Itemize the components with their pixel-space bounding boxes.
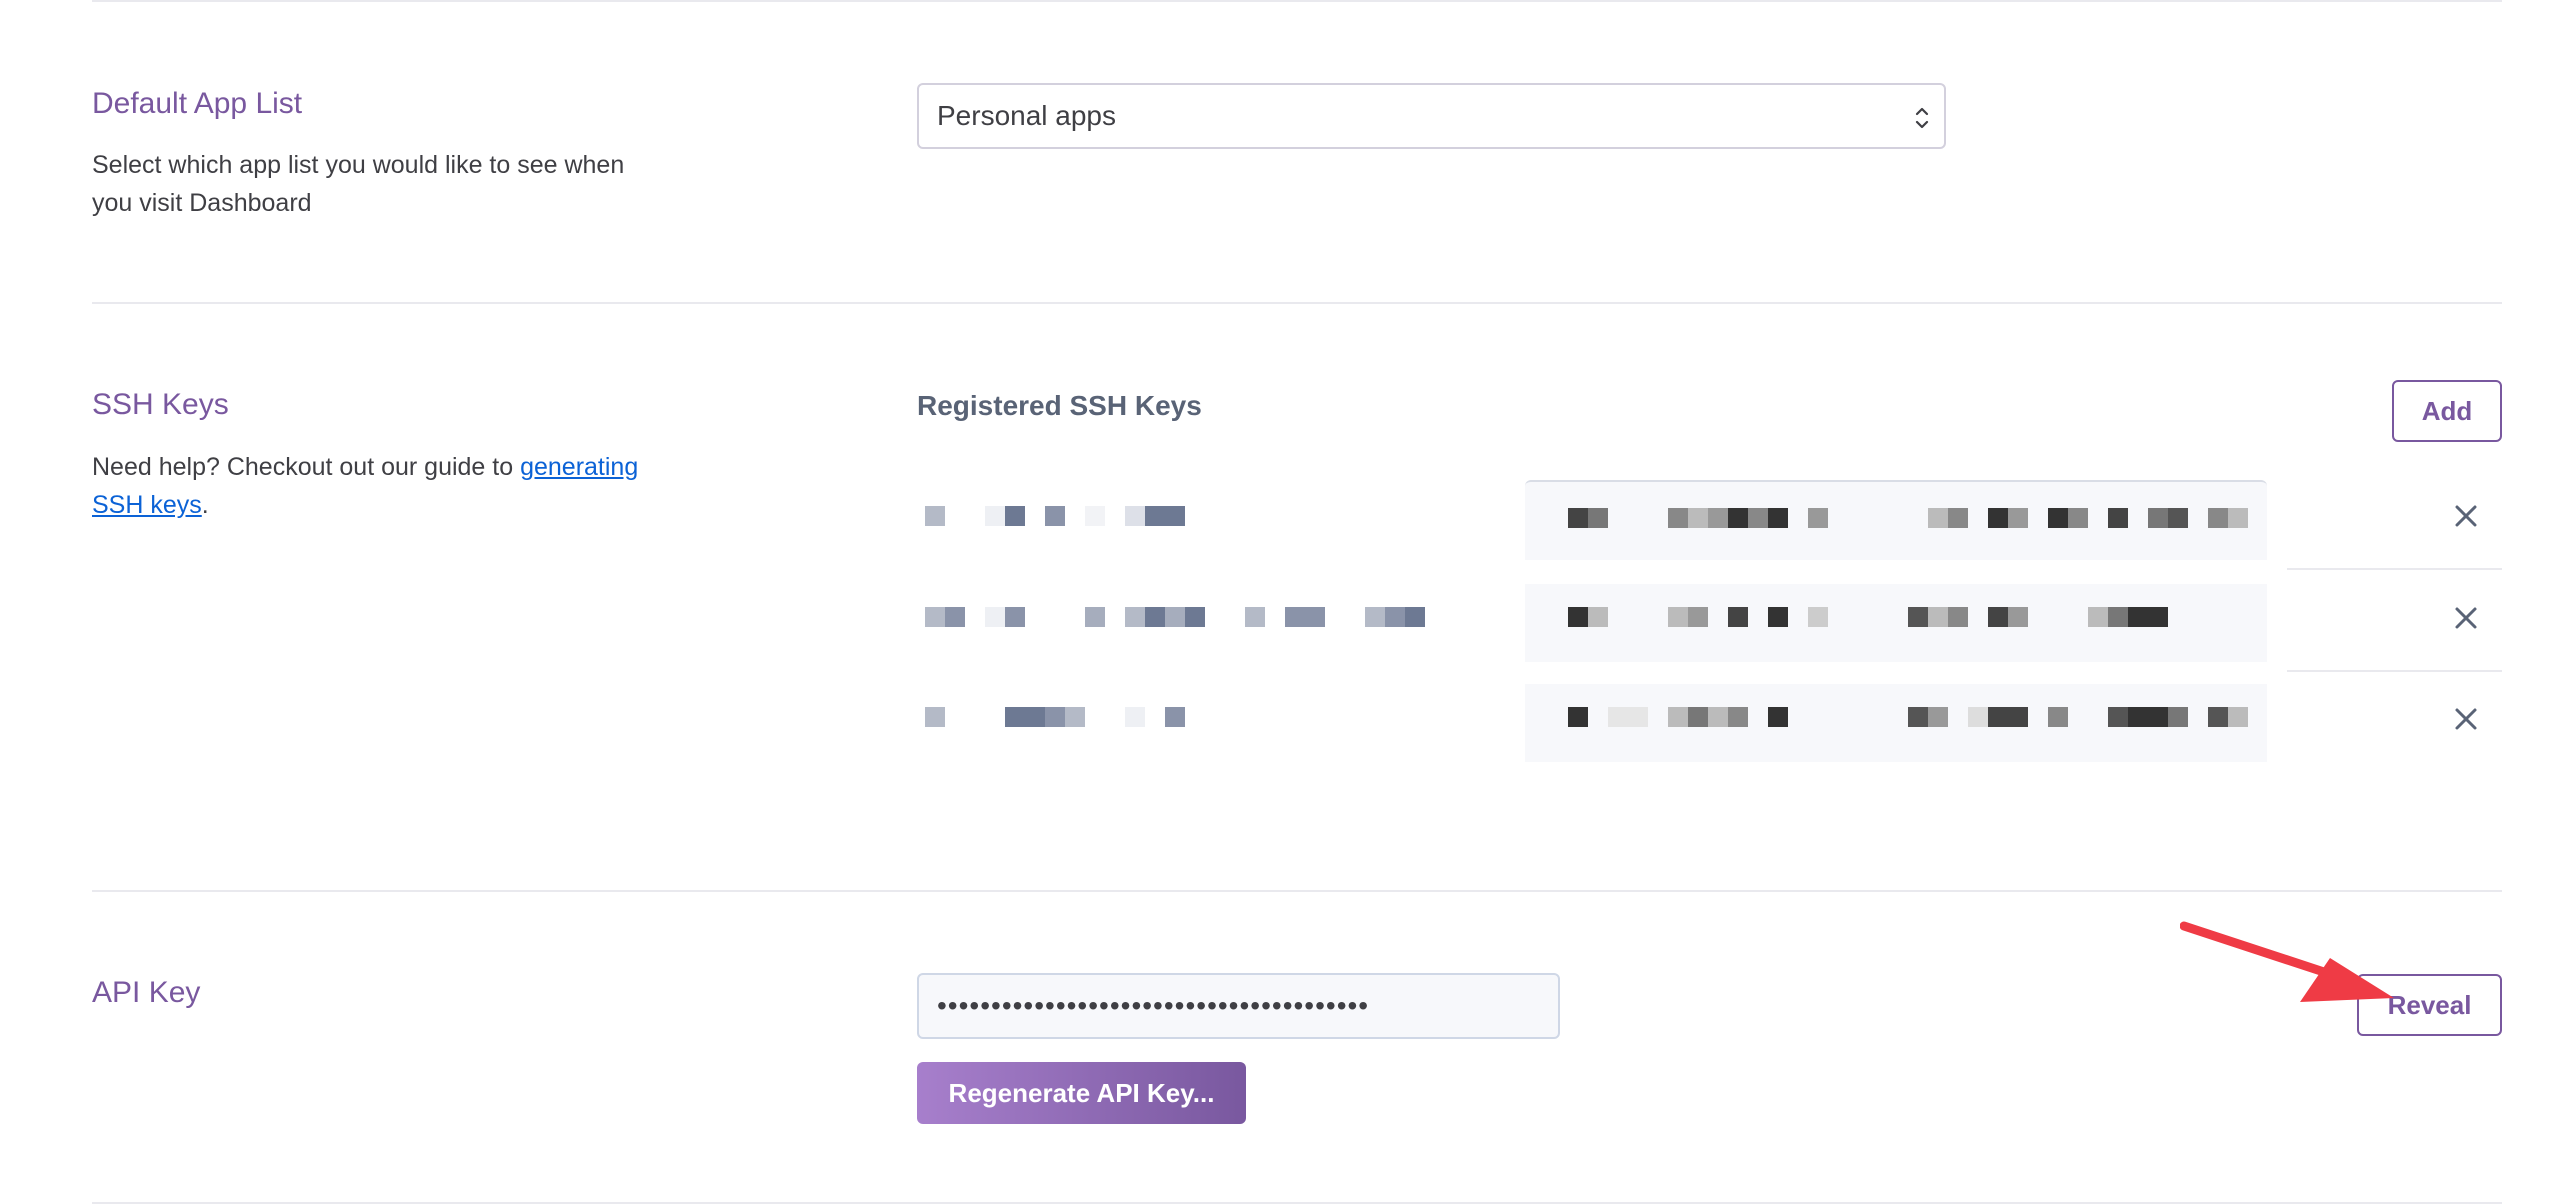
- api-key-title: API Key: [92, 976, 201, 1009]
- ssh-key-fingerprint: [1525, 684, 2267, 762]
- divider-1: [92, 302, 2502, 304]
- delete-ssh-key-icon[interactable]: [2450, 602, 2482, 634]
- app-list-select-value: Personal apps: [937, 100, 1117, 131]
- ssh-keys-title: SSH Keys: [92, 388, 229, 421]
- annotation-arrow-icon: [2180, 921, 2394, 1002]
- api-key-field[interactable]: ••••••••••••••••••••••••••••••••••••••••: [917, 973, 1560, 1039]
- app-list-select[interactable]: Personal apps: [917, 83, 1946, 149]
- ssh-key-fingerprint: [1525, 584, 2267, 662]
- ssh-keys-help-suffix: .: [201, 491, 209, 519]
- add-ssh-key-button[interactable]: Add: [2392, 380, 2502, 442]
- divider-2: [92, 890, 2502, 892]
- ssh-key-row-divider: [2287, 670, 2502, 672]
- ssh-key-fingerprint: [1525, 480, 2267, 560]
- ssh-keys-description: Need help? Checkout out our guide to gen…: [92, 448, 652, 524]
- api-key-masked-value: ••••••••••••••••••••••••••••••••••••••••: [937, 990, 1370, 1021]
- registered-ssh-keys-title: Registered SSH Keys: [917, 390, 1202, 421]
- delete-ssh-key-icon[interactable]: [2450, 703, 2482, 735]
- default-app-list-description: Select which app list you would like to …: [92, 151, 625, 217]
- delete-ssh-key-icon[interactable]: [2450, 500, 2482, 532]
- divider-top: [92, 0, 2502, 2]
- default-app-list-title: Default App List: [92, 87, 303, 120]
- chevron-up-down-icon: [1915, 107, 1929, 129]
- regenerate-api-key-button[interactable]: Regenerate API Key...: [917, 1062, 1246, 1124]
- ssh-key-row-divider: [2287, 568, 2502, 570]
- ssh-keys-help-text: Need help? Checkout out our guide to: [92, 453, 521, 481]
